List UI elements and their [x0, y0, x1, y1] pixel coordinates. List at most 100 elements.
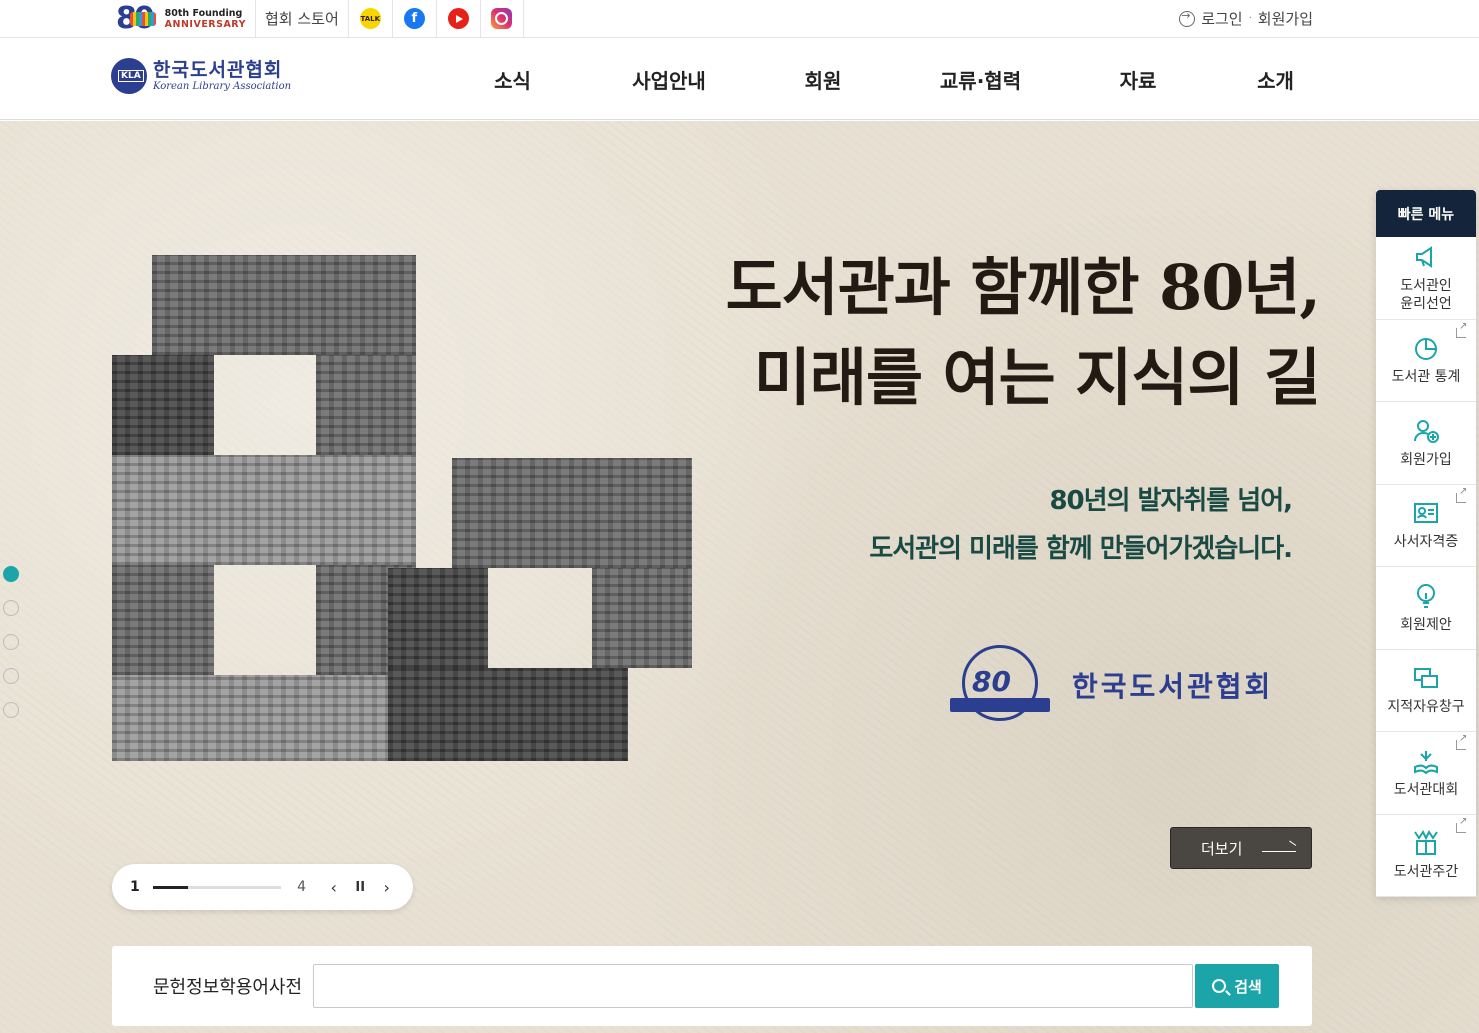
- collage-photo: [388, 668, 628, 761]
- main-nav: 소식 사업안내 회원 교류·협력 자료 소개: [440, 38, 1343, 120]
- search-label: 문헌정보학용어사전: [153, 977, 303, 998]
- nav-about[interactable]: 소개: [1208, 38, 1343, 120]
- slide-dot[interactable]: [3, 634, 19, 650]
- quick-menu-label: 도서관 통계: [1391, 369, 1461, 386]
- login-link[interactable]: 로그인: [1201, 8, 1242, 29]
- kakao-link[interactable]: TALK: [347, 0, 392, 37]
- search-button[interactable]: 검색: [1195, 964, 1279, 1008]
- quick-menu-label: 회원가입: [1400, 451, 1452, 468]
- next-slide-button[interactable]: ›: [378, 878, 395, 897]
- slide-dot[interactable]: [3, 600, 19, 616]
- collage-photo: [112, 455, 416, 565]
- external-link-icon: [1456, 816, 1467, 833]
- user-plus-icon: [1414, 419, 1439, 443]
- pager-progress-track: [152, 885, 282, 889]
- collage-photo: [112, 355, 214, 455]
- anniversary-logo[interactable]: 80 80th Founding ANNIVERSARY: [116, 0, 246, 37]
- separator: ·: [1248, 13, 1252, 24]
- collage-photo: [112, 565, 214, 675]
- dictionary-search: 문헌정보학용어사전 검색: [112, 946, 1312, 1026]
- collage-photo: [388, 568, 488, 668]
- collage-photo: [316, 355, 416, 455]
- anniversary-line2: ANNIVERSARY: [164, 18, 246, 30]
- kakao-icon: TALK: [359, 8, 381, 29]
- kla-emblem-icon: [111, 58, 147, 94]
- hero-subtitle-line2: 도서관의 미래를 함께 만들어가겠습니다.: [869, 534, 1293, 564]
- search-icon: [1212, 979, 1227, 993]
- slide-dot[interactable]: [3, 702, 19, 718]
- pager-progress-fill: [152, 885, 188, 889]
- quick-menu-title: 빠른 메뉴: [1376, 190, 1476, 237]
- anniversary-80-mark: 80: [116, 1, 165, 36]
- login-icon: [1179, 9, 1196, 27]
- external-link-icon: [1456, 486, 1467, 503]
- seal-number: 80: [972, 665, 1011, 698]
- megaphone-icon: [1416, 245, 1432, 268]
- pager-current: 1: [130, 879, 140, 895]
- quick-menu-item[interactable]: 회원제안: [1376, 567, 1476, 650]
- external-link-icon: [1456, 321, 1467, 338]
- quick-menu-label: 도서관대회: [1393, 781, 1459, 798]
- more-button[interactable]: 더보기: [1170, 827, 1312, 869]
- account-links: 로그인 · 회원가입: [1179, 0, 1313, 37]
- utility-bar: 80 80th Founding ANNIVERSARY 협회 스토어 TALK…: [0, 0, 1479, 38]
- pause-button[interactable]: II: [352, 880, 369, 895]
- seal-name: 한국도서관협회: [1072, 670, 1274, 703]
- anniversary-text: 80th Founding ANNIVERSARY: [165, 8, 246, 30]
- search-input[interactable]: [313, 964, 1193, 1008]
- collage-photo: [152, 255, 416, 355]
- quick-menu-label: 도서관주간: [1393, 864, 1459, 881]
- instagram-link[interactable]: [479, 0, 524, 37]
- quick-menu-item[interactable]: 도서관주간: [1376, 815, 1476, 897]
- facebook-link[interactable]: f: [391, 0, 436, 37]
- quick-menu-item[interactable]: 지적자유창구: [1376, 650, 1476, 732]
- nav-resources[interactable]: 자료: [1068, 38, 1208, 120]
- quick-menu-label: 회원제안: [1400, 616, 1452, 633]
- hero-title-line1: 도서관과 함께한 80년,: [725, 251, 1321, 324]
- pager-total: 4: [297, 879, 307, 895]
- book-flag-icon: [1414, 830, 1438, 856]
- lightbulb-icon: [1417, 583, 1435, 608]
- anniversary-seal: 80 한국도서관협회: [950, 643, 1273, 727]
- utility-links: 협회 스토어 TALK f: [255, 0, 524, 37]
- book-spark-icon: [1414, 750, 1438, 775]
- collage-photo: [112, 675, 416, 761]
- quick-menu-item[interactable]: 사서자격증: [1376, 485, 1476, 567]
- youtube-link[interactable]: [435, 0, 480, 37]
- nav-members[interactable]: 회원: [753, 38, 893, 120]
- slide-dot[interactable]: [3, 566, 19, 582]
- nav-business[interactable]: 사업안내: [585, 38, 753, 120]
- prev-slide-button[interactable]: ‹: [325, 878, 342, 897]
- hero-subtitle-line1: 80년의 발자취를 넘어,: [1049, 486, 1293, 516]
- kla-name: 한국도서관협회 Korean Library Association: [153, 59, 291, 93]
- quick-menu-item[interactable]: 도서관대회: [1376, 732, 1476, 815]
- youtube-icon: [447, 8, 469, 29]
- logo-korean: 한국도서관협회: [153, 59, 283, 81]
- quick-menu-item[interactable]: 회원가입: [1376, 402, 1476, 485]
- pie-chart-icon: [1415, 338, 1437, 361]
- hero-title: 도서관과 함께한 80년, 미래를 여는 지식의 길: [560, 243, 1321, 423]
- external-link-icon: [1456, 733, 1467, 750]
- search-button-label: 검색: [1234, 977, 1262, 996]
- slide-dots: [3, 566, 19, 718]
- quick-menu-label: 지적자유창구: [1387, 699, 1465, 716]
- logo-english: Korean Library Association: [153, 81, 292, 92]
- instagram-icon: [491, 8, 513, 29]
- anniversary-line1: 80th Founding: [164, 7, 243, 19]
- hero-banner: 도서관과 함께한 80년, 미래를 여는 지식의 길 80년의 발자취를 넘어,…: [0, 121, 1479, 1033]
- more-label: 더보기: [1201, 839, 1243, 858]
- join-link[interactable]: 회원가입: [1258, 8, 1313, 29]
- kla-logo[interactable]: 한국도서관협회 Korean Library Association: [111, 58, 291, 94]
- quick-menu-item[interactable]: 도서관인 윤리선언: [1376, 237, 1476, 320]
- chat-bubbles-icon: [1414, 668, 1438, 689]
- arrow-right-icon: [1262, 844, 1297, 852]
- nav-news[interactable]: 소식: [440, 38, 585, 120]
- quick-menu-item[interactable]: 도서관 통계: [1376, 320, 1476, 402]
- collage-photo: [452, 458, 692, 568]
- hero-title-line2: 미래를 여는 지식의 길: [753, 341, 1321, 414]
- slide-dot[interactable]: [3, 668, 19, 684]
- quick-menu-label: 사서자격증: [1393, 534, 1459, 551]
- id-card-icon: [1414, 503, 1438, 524]
- nav-exchange[interactable]: 교류·협력: [893, 38, 1068, 120]
- store-link[interactable]: 협회 스토어: [255, 0, 348, 37]
